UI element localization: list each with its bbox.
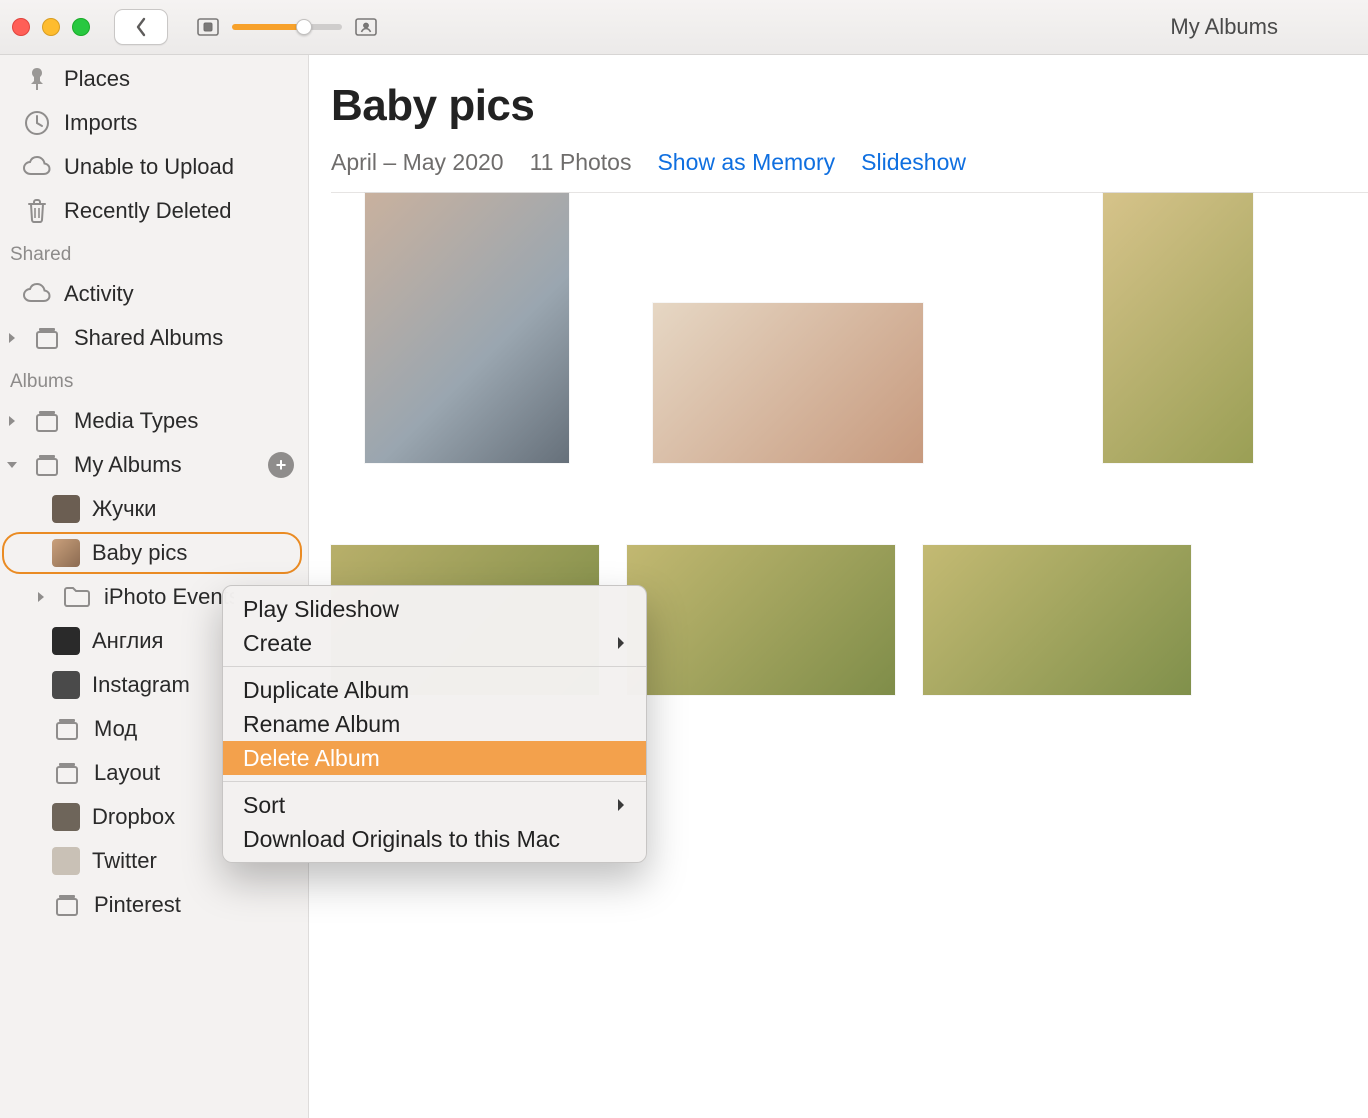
sidebar-item-activity[interactable]: Activity [0,272,308,316]
album-stack-icon [52,714,82,744]
submenu-arrow-icon [616,636,626,650]
slideshow-link[interactable]: Slideshow [861,149,966,176]
album-meta-row: April – May 2020 11 Photos Show as Memor… [331,149,1368,193]
sidebar-item-label: Shared Albums [74,325,223,351]
submenu-arrow-icon [616,798,626,812]
sidebar-item-label: Unable to Upload [64,154,234,180]
menu-separator [223,666,646,667]
sidebar-item-shared-albums[interactable]: Shared Albums [0,316,308,360]
pin-icon [22,64,52,94]
sidebar-item-label: Pinterest [94,892,181,918]
show-as-memory-link[interactable]: Show as Memory [657,149,835,176]
menu-item-create[interactable]: Create [223,626,646,660]
sidebar-item-unable-to-upload[interactable]: Unable to Upload [0,145,308,189]
slider-thumb[interactable] [296,19,312,35]
sidebar-item-label: Twitter [92,848,157,874]
add-album-button[interactable]: + [268,452,294,478]
menu-item-download-originals[interactable]: Download Originals to this Mac [223,822,646,856]
context-menu: Play Slideshow Create Duplicate Album Re… [222,585,647,863]
sidebar-item-label: Places [64,66,130,92]
album-stack-icon [52,758,82,788]
titlebar: My Albums [0,0,1368,55]
thumbnail-zoom-controls [196,16,378,38]
sidebar-item-imports[interactable]: Imports [0,101,308,145]
menu-item-label: Sort [243,792,285,819]
sidebar-album-item[interactable]: Жучки [0,487,308,531]
clock-icon [22,108,52,138]
trash-icon [22,196,52,226]
album-date-range: April – May 2020 [331,149,504,176]
sidebar-item-label: Жучки [92,496,156,522]
sidebar-item-label: Dropbox [92,804,175,830]
sidebar-item-label: Layout [94,760,160,786]
sidebar-section-albums: Albums [0,360,308,399]
disclosure-triangle-icon[interactable] [36,591,50,603]
sidebar-item-label: iPhoto Events [104,584,234,610]
album-thumbnail-icon [52,495,80,523]
sidebar-item-recently-deleted[interactable]: Recently Deleted [0,189,308,233]
album-photo-count: 11 Photos [530,149,632,176]
sidebar-item-label: My Albums [74,452,182,478]
thumbnail-size-slider[interactable] [232,24,342,30]
album-thumbnail-icon [52,539,80,567]
menu-item-label: Play Slideshow [243,596,399,623]
minimize-window-button[interactable] [42,18,60,36]
album-thumbnail-icon [52,627,80,655]
disclosure-triangle-open-icon[interactable] [4,460,20,470]
photo-thumbnail[interactable] [923,545,1191,695]
sidebar-item-label: Instagram [92,672,190,698]
disclosure-triangle-icon[interactable] [4,415,20,427]
album-thumbnail-icon [52,847,80,875]
window-controls [12,18,90,36]
photo-thumbnail[interactable] [365,193,569,463]
photo-thumbnail[interactable] [653,303,923,463]
chevron-left-icon [133,17,149,37]
menu-item-play-slideshow[interactable]: Play Slideshow [223,592,646,626]
zoom-window-button[interactable] [72,18,90,36]
album-thumbnail-icon [52,671,80,699]
sidebar-item-label: Activity [64,281,134,307]
sidebar-item-media-types[interactable]: Media Types [0,399,308,443]
sidebar-section-shared: Shared [0,233,308,272]
photo-thumbnail[interactable] [627,545,895,695]
window-title: My Albums [1170,14,1278,40]
menu-item-sort[interactable]: Sort [223,788,646,822]
menu-item-duplicate-album[interactable]: Duplicate Album [223,673,646,707]
cloud-alert-icon [22,152,52,182]
disclosure-triangle-icon[interactable] [4,332,20,344]
album-stack-icon [32,323,62,353]
close-window-button[interactable] [12,18,30,36]
album-thumbnail-icon [52,803,80,831]
album-stack-icon [52,890,82,920]
menu-item-label: Create [243,630,312,657]
folder-icon [62,582,92,612]
photo-thumbnail[interactable] [1103,193,1253,463]
cloud-icon [22,279,52,309]
sidebar-item-my-albums[interactable]: My Albums + [0,443,308,487]
sidebar-album-item-selected[interactable]: Baby pics [2,532,302,574]
photo-row [331,193,1368,463]
menu-item-label: Duplicate Album [243,677,409,704]
album-stack-icon [32,406,62,436]
menu-item-delete-album[interactable]: Delete Album [223,741,646,775]
back-button[interactable] [114,9,168,45]
menu-separator [223,781,646,782]
sidebar-item-places[interactable]: Places [0,57,308,101]
zoom-out-icon[interactable] [196,16,220,38]
sidebar-item-label: Media Types [74,408,198,434]
menu-item-label: Rename Album [243,711,400,738]
menu-item-label: Download Originals to this Mac [243,826,560,853]
zoom-in-icon[interactable] [354,16,378,38]
sidebar-item-label: Мод [94,716,137,742]
menu-item-label: Delete Album [243,745,380,772]
album-stack-icon [32,450,62,480]
sidebar-item-label: Imports [64,110,137,136]
sidebar-item-label: Baby pics [92,540,187,566]
sidebar-item-label: Recently Deleted [64,198,232,224]
sidebar-album-item[interactable]: Pinterest [0,883,308,927]
menu-item-rename-album[interactable]: Rename Album [223,707,646,741]
sidebar-item-label: Англия [92,628,163,654]
album-title: Baby pics [331,81,1368,131]
